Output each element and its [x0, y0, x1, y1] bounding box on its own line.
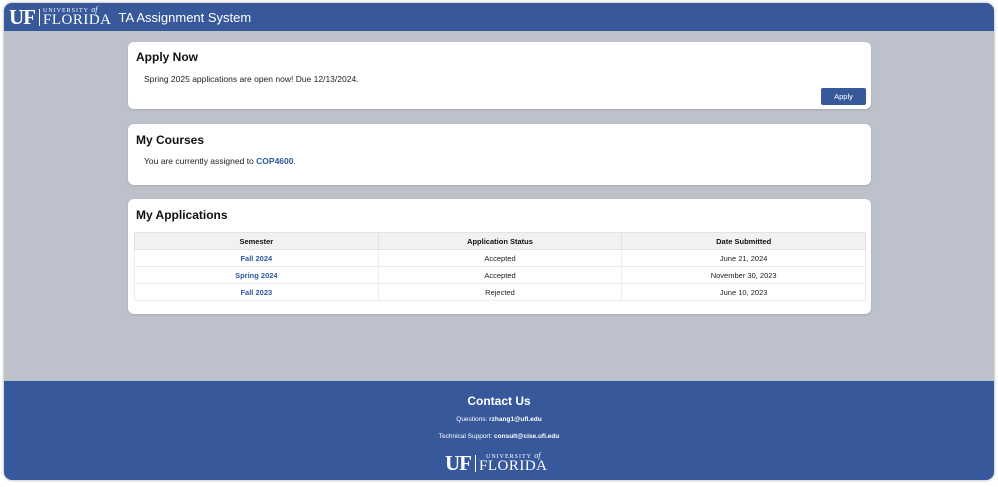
questions-label: Questions: — [456, 416, 490, 423]
questions-email[interactable]: rzhang1@ufl.edu — [489, 416, 542, 423]
logo-wordmark: UNIVERSITY of FLORIDA — [43, 6, 112, 28]
my-applications-card: My Applications Semester Application Sta… — [128, 199, 871, 314]
my-courses-card: My Courses You are currently assigned to… — [128, 124, 871, 185]
contact-us-heading: Contact Us — [467, 394, 531, 408]
apply-now-card: Apply Now Spring 2025 applications are o… — [128, 42, 871, 109]
column-header-status: Application Status — [377, 232, 623, 250]
app-window: UF UNIVERSITY of FLORIDA TA Assignment S… — [4, 3, 994, 480]
app-title: TA Assignment System — [118, 9, 252, 25]
table-row: Spring 2024 Accepted November 30, 2023 — [134, 266, 866, 284]
status-cell: Accepted — [377, 266, 623, 284]
semester-link[interactable]: Fall 2023 — [240, 288, 272, 297]
logo-uf-text: UF — [9, 4, 36, 29]
date-cell: November 30, 2023 — [621, 266, 866, 284]
column-header-semester: Semester — [134, 232, 379, 250]
footer-logo-florida-text: FLORIDA — [479, 458, 548, 474]
status-cell: Rejected — [377, 283, 623, 301]
apply-button[interactable]: Apply — [821, 88, 866, 105]
table-row: Fall 2024 Accepted June 21, 2024 — [134, 249, 866, 267]
date-cell: June 10, 2023 — [621, 283, 866, 301]
courses-message-suffix: . — [293, 156, 296, 166]
my-applications-heading: My Applications — [136, 208, 228, 222]
courses-message-prefix: You are currently assigned to — [144, 156, 257, 166]
logo-divider — [39, 8, 40, 26]
questions-line: Questions: rzhang1@ufl.edu — [4, 416, 994, 423]
applications-table: Semester Application Status Date Submitt… — [134, 232, 866, 301]
status-cell: Accepted — [377, 249, 623, 267]
apply-now-heading: Apply Now — [136, 50, 198, 64]
table-header-row: Semester Application Status Date Submitt… — [134, 232, 866, 250]
semester-cell: Fall 2023 — [134, 283, 379, 301]
footer-logo-wordmark: UNIVERSITY of FLORIDA — [479, 452, 548, 474]
top-bar: UF UNIVERSITY of FLORIDA TA Assignment S… — [4, 3, 994, 31]
semester-cell: Fall 2024 — [134, 249, 379, 267]
support-label: Technical Support: — [438, 433, 495, 440]
semester-link[interactable]: Spring 2024 — [235, 271, 278, 280]
support-line: Technical Support: consult@cise.ufl.edu — [4, 433, 994, 440]
my-courses-message: You are currently assigned to COP4600. — [144, 156, 296, 166]
column-header-date: Date Submitted — [621, 232, 866, 250]
semester-link[interactable]: Fall 2024 — [240, 254, 272, 263]
logo-florida-text: FLORIDA — [43, 12, 112, 28]
my-courses-heading: My Courses — [136, 133, 205, 147]
semester-cell: Spring 2024 — [134, 266, 379, 284]
uf-logo[interactable]: UF UNIVERSITY of FLORIDA — [9, 3, 112, 31]
footer-logo-divider — [475, 454, 476, 472]
apply-now-message: Spring 2025 applications are open now! D… — [144, 74, 359, 84]
table-row: Fall 2023 Rejected June 10, 2023 — [134, 283, 866, 301]
footer: Contact Us Questions: rzhang1@ufl.edu Te… — [4, 381, 994, 480]
course-link[interactable]: COP4600 — [256, 156, 293, 166]
date-cell: June 21, 2024 — [621, 249, 866, 267]
support-email[interactable]: consult@cise.ufl.edu — [494, 433, 559, 440]
footer-logo-uf-text: UF — [445, 450, 472, 475]
footer-uf-logo: UF UNIVERSITY of FLORIDA — [445, 449, 548, 477]
